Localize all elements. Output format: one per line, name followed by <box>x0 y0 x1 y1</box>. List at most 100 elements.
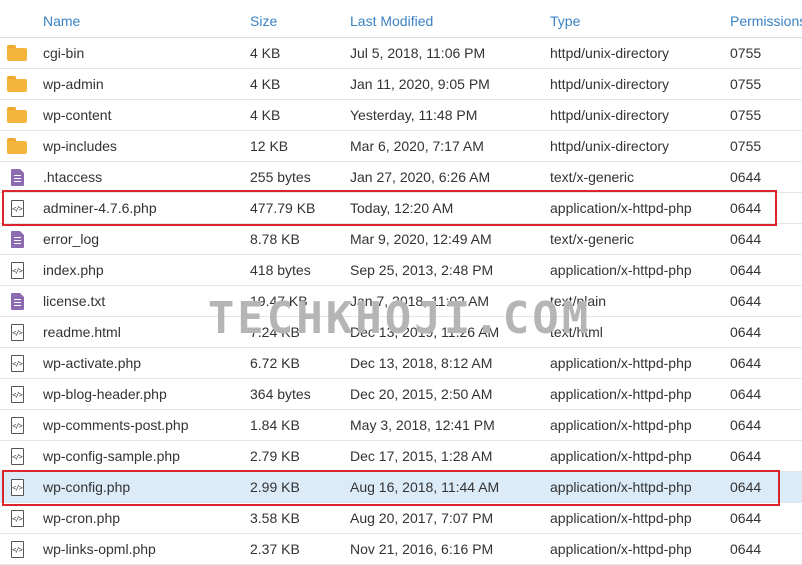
folder-icon <box>7 76 27 92</box>
file-name[interactable]: wp-blog-header.php <box>43 379 243 409</box>
table-row[interactable]: </> wp-blog-header.php 364 bytes Dec 20, 20… <box>0 379 802 410</box>
file-icon-cell <box>6 286 28 316</box>
file-last-modified: Mar 9, 2020, 12:49 AM <box>350 231 492 247</box>
table-row[interactable]: </> readme.html 7.24 KB Dec 13, 2019, 11:26… <box>0 317 802 348</box>
file-name[interactable]: .htaccess <box>43 162 243 192</box>
file-type: text/x-generic <box>550 169 635 185</box>
file-last-modified: Aug 16, 2018, 11:44 AM <box>350 479 500 495</box>
file-icon-cell <box>6 100 28 130</box>
table-row[interactable]: </> wp-cron.php 3.58 KB Aug 20, 2017, 7:07 … <box>0 503 802 534</box>
table-row[interactable]: </> wp-config.php 2.99 KB Aug 16, 2018, 11:… <box>0 472 802 503</box>
file-permissions: 0755 <box>730 107 762 123</box>
code-file-icon: </> <box>10 447 24 465</box>
file-type: application/x-httpd-php <box>550 541 692 557</box>
code-file-icon: </> <box>10 478 24 496</box>
file-last-modified: Dec 13, 2019, 11:26 AM <box>350 324 500 340</box>
file-type: application/x-httpd-php <box>550 448 692 464</box>
file-icon-cell: </> <box>6 503 28 533</box>
file-permissions: 0644 <box>730 541 762 557</box>
file-permissions: 0644 <box>730 200 762 216</box>
folder-icon <box>7 107 27 123</box>
file-permissions: 0644 <box>730 417 762 433</box>
table-row[interactable]: error_log 8.78 KB Mar 9, 2020, 12:49 AM tex… <box>0 224 802 255</box>
file-type: application/x-httpd-php <box>550 200 692 216</box>
file-icon-cell <box>6 224 28 254</box>
file-size: 7.24 KB <box>250 324 300 340</box>
file-name[interactable]: index.php <box>43 255 243 285</box>
file-name[interactable]: wp-includes <box>43 131 243 161</box>
table-body: cgi-bin 4 KB Jul 5, 2018, 11:06 PM httpd/un… <box>0 38 802 565</box>
file-icon-cell: </> <box>6 410 28 440</box>
file-name[interactable]: cgi-bin <box>43 38 243 68</box>
file-name[interactable]: wp-links-opml.php <box>43 534 243 564</box>
file-name[interactable]: adminer-4.7.6.php <box>43 193 243 223</box>
file-permissions: 0644 <box>730 355 762 371</box>
code-file-icon: </> <box>10 385 24 403</box>
file-size: 19.47 KB <box>250 293 308 309</box>
file-size: 8.78 KB <box>250 231 300 247</box>
table-row[interactable]: </> wp-activate.php 6.72 KB Dec 13, 2018, 8… <box>0 348 802 379</box>
table-row[interactable]: license.txt 19.47 KB Jan 7, 2018, 11:02 AM… <box>0 286 802 317</box>
table-row[interactable]: </> wp-config-sample.php 2.79 KB Dec 17, 20… <box>0 441 802 472</box>
file-last-modified: Aug 20, 2017, 7:07 PM <box>350 510 494 526</box>
file-type: httpd/unix-directory <box>550 138 670 154</box>
file-size: 3.58 KB <box>250 510 300 526</box>
file-type: httpd/unix-directory <box>550 76 670 92</box>
file-size: 2.99 KB <box>250 479 300 495</box>
file-last-modified: Mar 6, 2020, 7:17 AM <box>350 138 484 154</box>
file-type: application/x-httpd-php <box>550 510 692 526</box>
table-row[interactable]: wp-admin 4 KB Jan 11, 2020, 9:05 PM httpd/u… <box>0 69 802 100</box>
file-name[interactable]: wp-comments-post.php <box>43 410 243 440</box>
folder-icon <box>7 45 27 61</box>
table-row[interactable]: wp-content 4 KB Yesterday, 11:48 PM httpd/u… <box>0 100 802 131</box>
file-name[interactable]: wp-cron.php <box>43 503 243 533</box>
file-name[interactable]: error_log <box>43 224 243 254</box>
file-size: 1.84 KB <box>250 417 300 433</box>
file-name[interactable]: license.txt <box>43 286 243 316</box>
table-row[interactable]: wp-includes 12 KB Mar 6, 2020, 7:17 AM http… <box>0 131 802 162</box>
table-row[interactable]: </> wp-comments-post.php 1.84 KB May 3, 201… <box>0 410 802 441</box>
file-icon-cell: </> <box>6 348 28 378</box>
file-size: 12 KB <box>250 138 289 154</box>
code-file-icon: </> <box>10 416 24 434</box>
column-header-permissions[interactable]: Permissions <box>730 0 802 39</box>
code-file-icon: </> <box>10 540 24 558</box>
file-name[interactable]: wp-activate.php <box>43 348 243 378</box>
file-last-modified: May 3, 2018, 12:41 PM <box>350 417 495 433</box>
table-row[interactable]: </> wp-links-opml.php 2.37 KB Nov 21, 2016,… <box>0 534 802 565</box>
file-type: application/x-httpd-php <box>550 355 692 371</box>
file-permissions: 0644 <box>730 386 762 402</box>
file-last-modified: Yesterday, 11:48 PM <box>350 107 478 123</box>
table-row[interactable]: cgi-bin 4 KB Jul 5, 2018, 11:06 PM httpd/un… <box>0 38 802 69</box>
code-file-icon: </> <box>10 261 24 279</box>
file-type: text/html <box>550 324 603 340</box>
file-name[interactable]: wp-config-sample.php <box>43 441 243 471</box>
file-icon-cell: </> <box>6 317 28 347</box>
file-name[interactable]: wp-config.php <box>43 472 243 502</box>
file-permissions: 0755 <box>730 45 762 61</box>
file-icon-cell: </> <box>6 379 28 409</box>
file-name[interactable]: readme.html <box>43 317 243 347</box>
column-header-last-modified[interactable]: Last Modified <box>350 0 545 39</box>
file-icon-cell: </> <box>6 193 28 223</box>
file-last-modified: Jan 7, 2018, 11:02 AM <box>350 293 490 309</box>
file-icon-cell <box>6 162 28 192</box>
column-header-name[interactable]: Name <box>43 0 243 39</box>
file-name[interactable]: wp-admin <box>43 69 243 99</box>
file-icon-cell <box>6 69 28 99</box>
table-row[interactable]: </> adminer-4.7.6.php 477.79 KB Today, 12:2… <box>0 193 802 224</box>
file-type: application/x-httpd-php <box>550 479 692 495</box>
column-header-size[interactable]: Size <box>250 0 345 39</box>
table-row[interactable]: .htaccess 255 bytes Jan 27, 2020, 6:26 AM t… <box>0 162 802 193</box>
file-permissions: 0644 <box>730 293 762 309</box>
file-icon-cell <box>6 38 28 68</box>
table-row[interactable]: </> index.php 418 bytes Sep 25, 2013, 2:48 … <box>0 255 802 286</box>
file-size: 418 bytes <box>250 262 311 278</box>
file-name[interactable]: wp-content <box>43 100 243 130</box>
column-header-type[interactable]: Type <box>550 0 725 39</box>
file-size: 2.37 KB <box>250 541 300 557</box>
file-last-modified: Dec 13, 2018, 8:12 AM <box>350 355 493 371</box>
file-last-modified: Dec 20, 2015, 2:50 AM <box>350 386 493 402</box>
text-file-icon <box>10 230 24 248</box>
file-size: 477.79 KB <box>250 200 316 216</box>
